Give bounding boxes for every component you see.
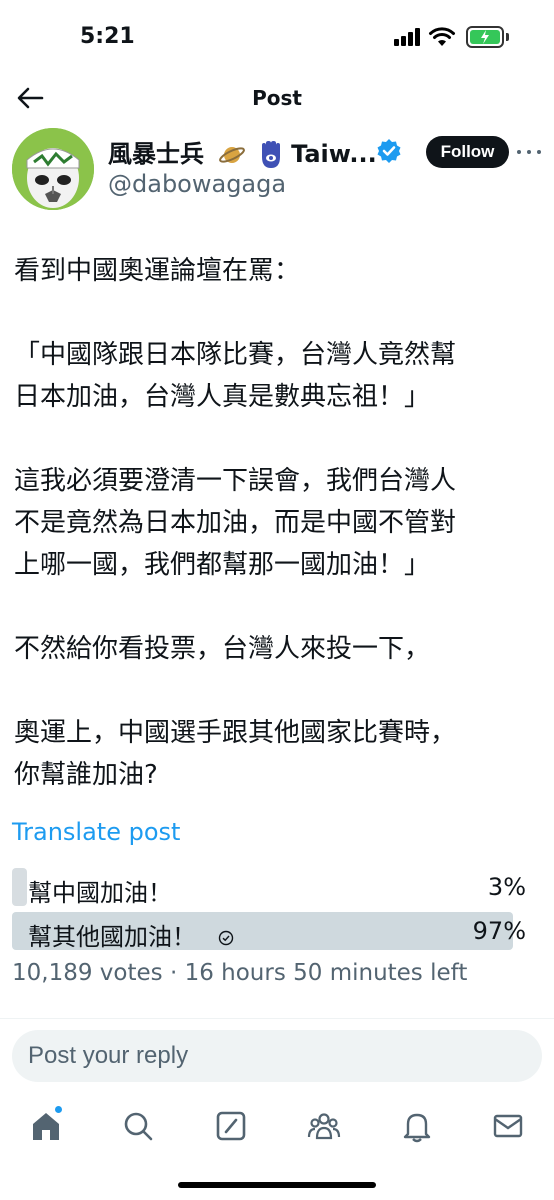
author-display-name[interactable]: 風暴士兵 Taiw... — [108, 134, 377, 169]
translate-post-link[interactable]: Translate post — [12, 818, 180, 846]
search-icon — [124, 1112, 153, 1141]
poll-meta: 10,189 votes · 16 hours 50 minutes left — [12, 960, 467, 986]
post-paragraph: 「中國隊跟日本隊比賽，台灣人竟然幫 日本加油，台灣人真是數典忘祖！」 — [14, 340, 457, 412]
wifi-icon — [429, 27, 455, 46]
post-paragraph: 奧運上，中國選手跟其他國家比賽時， 你幫誰加油? — [14, 718, 457, 790]
divider — [0, 1018, 554, 1019]
more-options-button[interactable] — [514, 140, 544, 164]
post-paragraph: 這我必須要澄清一下誤會，我們台灣人 不是竟然為日本加油，而是中國不管對 上哪一國，我… — [14, 466, 457, 580]
avatar[interactable] — [12, 128, 94, 210]
battery-icon — [466, 26, 504, 48]
verified-badge-icon — [377, 139, 401, 163]
poll-option-percent: 97% — [472, 917, 526, 945]
author-handle[interactable]: @dabowagaga — [108, 170, 286, 198]
post-paragraph: 看到中國奧運論壇在罵： — [14, 256, 301, 286]
stormtrooper-avatar-image — [12, 128, 94, 210]
poll-result-bar — [12, 868, 28, 906]
author-name-text: 風暴士兵 — [108, 140, 204, 168]
post-header: Post — [0, 74, 554, 122]
tab-grok[interactable] — [213, 1108, 249, 1144]
saturn-icon — [219, 147, 246, 163]
unread-dot — [55, 1106, 62, 1113]
check-circle-icon — [218, 930, 233, 946]
post-paragraph: 不然給你看投票，台灣人來投一下， — [14, 634, 431, 664]
page-title: Post — [252, 86, 302, 110]
home-icon — [33, 1113, 59, 1140]
grok-icon — [216, 1111, 246, 1141]
mail-icon — [493, 1114, 523, 1138]
follow-button[interactable]: Follow — [426, 136, 509, 168]
status-bar: 5:21 — [0, 0, 554, 74]
tab-messages[interactable] — [490, 1108, 526, 1144]
poll-votes: 10,189 votes — [12, 960, 163, 986]
poll-option-percent: 3% — [487, 873, 526, 901]
poll-option[interactable]: 幫中國加油！ 3% — [12, 868, 528, 907]
poll-option-label: 幫中國加油！ — [28, 879, 172, 907]
home-indicator — [178, 1182, 376, 1188]
poll-time-left: 16 hours 50 minutes left — [184, 960, 468, 986]
tab-search[interactable] — [120, 1108, 156, 1144]
tab-notifications[interactable] — [399, 1108, 435, 1144]
poll-separator: · — [169, 960, 178, 986]
tab-home[interactable] — [28, 1106, 64, 1144]
hamsa-icon — [261, 141, 280, 168]
author-name-suffix: Taiw... — [291, 140, 377, 168]
bottom-tab-bar — [0, 1100, 554, 1154]
author-row: 風暴士兵 Taiw... @dabowagaga Follow — [0, 122, 554, 210]
more-dots-icon — [517, 150, 521, 154]
poll-option-label: 幫其他國加油！ — [28, 923, 196, 951]
post-text: 看到中國奧運論壇在罵： 「中國隊跟日本隊比賽，台灣人竟然幫 日本加油，台灣人真是數… — [14, 250, 544, 796]
cellular-signal-icon — [394, 28, 424, 46]
people-icon — [307, 1113, 341, 1140]
bell-icon — [403, 1113, 431, 1143]
poll-option[interactable]: 幫其他國加油！ 97% — [12, 912, 528, 951]
reply-input[interactable] — [12, 1030, 542, 1082]
tab-communities[interactable] — [306, 1108, 342, 1144]
poll: 幫中國加油！ 3% 幫其他國加油！ 97% — [12, 868, 528, 956]
status-time: 5:21 — [80, 24, 135, 49]
battery-nub — [506, 33, 509, 41]
